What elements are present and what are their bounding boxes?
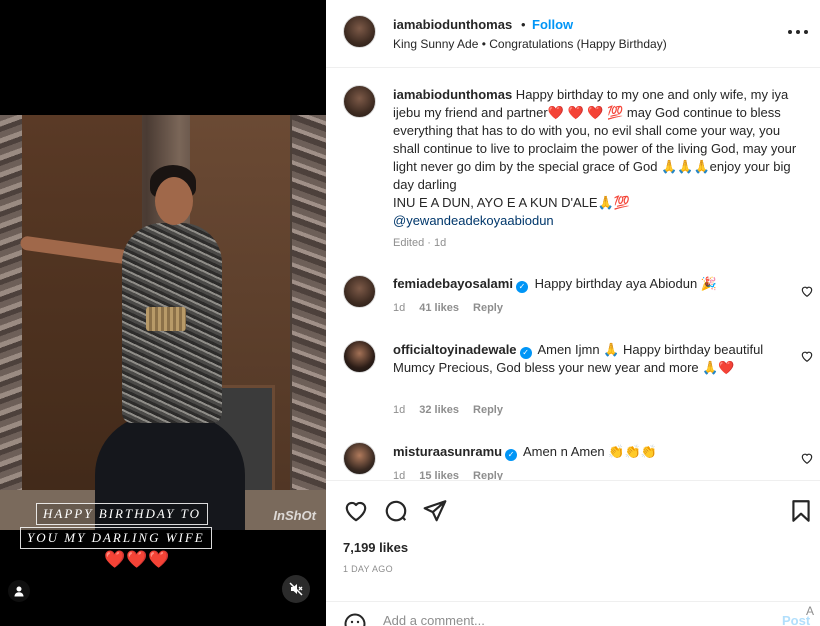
comment-input[interactable] — [383, 613, 743, 626]
comment-username[interactable]: misturaasunramu — [393, 444, 502, 459]
overlay-caption-line1: HAPPY BIRTHDAY TO — [36, 503, 208, 525]
comment-meta: 1d 32 likes Reply — [393, 404, 503, 416]
header-separator: • — [521, 17, 526, 32]
verified-icon: ✓ — [505, 449, 518, 461]
comment-time: 1d — [393, 404, 406, 416]
overlay-hearts: ❤️❤️❤️ — [104, 550, 171, 569]
caption-emoji: 🙏💯 — [597, 195, 630, 210]
more-icon — [804, 30, 808, 34]
post-header: iamabiodunthomas • Follow King Sunny Ade… — [326, 0, 820, 68]
comment-text: Happy birthday aya Abiodun 🎉 — [534, 276, 717, 291]
overlay-caption-line2: YOU MY DARLING WIFE — [20, 527, 212, 549]
likes-count[interactable]: 7,199 likes — [343, 540, 408, 555]
follow-button[interactable]: Follow — [532, 17, 573, 32]
post-actions: 7,199 likes 1 DAY AGO Post A — [326, 480, 820, 626]
caption-text: INU E A DUN, AYO E A KUN D'ALE — [393, 195, 598, 210]
comment-like-heart-icon[interactable] — [800, 349, 814, 363]
audio-track-link[interactable]: King Sunny Ade • Congratulations (Happy … — [393, 37, 667, 51]
more-options-button[interactable] — [788, 24, 808, 40]
mute-audio-button[interactable] — [282, 575, 310, 603]
commenter-avatar[interactable] — [343, 340, 376, 373]
post-sidebar: iamabiodunthomas • Follow King Sunny Ade… — [326, 0, 820, 626]
verified-icon: ✓ — [519, 347, 532, 359]
caption-mention[interactable]: @yewandeadekoyaabiodun — [393, 213, 554, 228]
author-username[interactable]: iamabiodunthomas — [393, 17, 512, 32]
woman-face — [155, 177, 193, 225]
add-comment-bar: Post A — [326, 601, 820, 626]
clutch-bag — [146, 307, 186, 331]
comment-like-heart-icon[interactable] — [800, 284, 814, 298]
comment: officialtoyinadewale ✓ Amen Ijmn 🙏 Happy … — [393, 341, 788, 377]
muted-audio-icon — [289, 582, 303, 596]
marble-wall-left — [0, 115, 22, 530]
caption-username[interactable]: iamabiodunthomas — [393, 87, 512, 102]
commenter-avatar[interactable] — [343, 442, 376, 475]
comment: misturaasunramu ✓ Amen n Amen 👏👏👏 — [393, 443, 783, 461]
caption-emoji: ❤️ ❤️ ❤️ 💯 — [547, 105, 624, 120]
comment-meta: 1d 41 likes Reply — [393, 302, 503, 314]
marble-wall-right — [292, 115, 326, 530]
comment-username[interactable]: officialtoyinadewale — [393, 342, 517, 357]
heart-icon[interactable] — [343, 498, 369, 524]
reply-button[interactable]: Reply — [473, 302, 503, 314]
more-icon — [796, 30, 800, 34]
comment-icon[interactable] — [383, 498, 409, 524]
accessibility-glyph: A — [806, 604, 815, 618]
post-date: 1 DAY AGO — [343, 564, 393, 574]
post-caption: iamabiodunthomas Happy birthday to my on… — [393, 86, 803, 230]
caption-emoji: 🙏🙏🙏 — [661, 159, 710, 174]
comment-text: Amen n Amen 👏👏👏 — [523, 444, 657, 459]
bookmark-icon[interactable] — [788, 498, 814, 524]
post-photo — [0, 115, 326, 530]
author-avatar[interactable] — [343, 15, 376, 48]
comment-like-heart-icon[interactable] — [800, 451, 814, 465]
comment-likes[interactable]: 32 likes — [419, 404, 459, 416]
reply-button[interactable]: Reply — [473, 404, 503, 416]
verified-icon: ✓ — [515, 281, 528, 293]
comment-username[interactable]: femiadebayosalami — [393, 276, 513, 291]
caption-meta: Edited · 1d — [393, 237, 447, 249]
share-icon[interactable] — [422, 498, 448, 524]
emoji-icon[interactable] — [343, 612, 367, 626]
user-tag-icon — [14, 586, 24, 597]
comment-likes[interactable]: 41 likes — [419, 302, 459, 314]
inshot-watermark: InShOt — [273, 508, 316, 523]
caption-author-avatar[interactable] — [343, 85, 376, 118]
comment-time: 1d — [393, 302, 406, 314]
user-tag-button[interactable] — [8, 580, 30, 602]
commenter-avatar[interactable] — [343, 275, 376, 308]
comment: femiadebayosalami ✓ Happy birthday aya Ab… — [393, 275, 783, 293]
more-icon — [788, 30, 792, 34]
post-media[interactable]: InShOt HAPPY BIRTHDAY TO YOU MY DARLING … — [0, 0, 326, 626]
